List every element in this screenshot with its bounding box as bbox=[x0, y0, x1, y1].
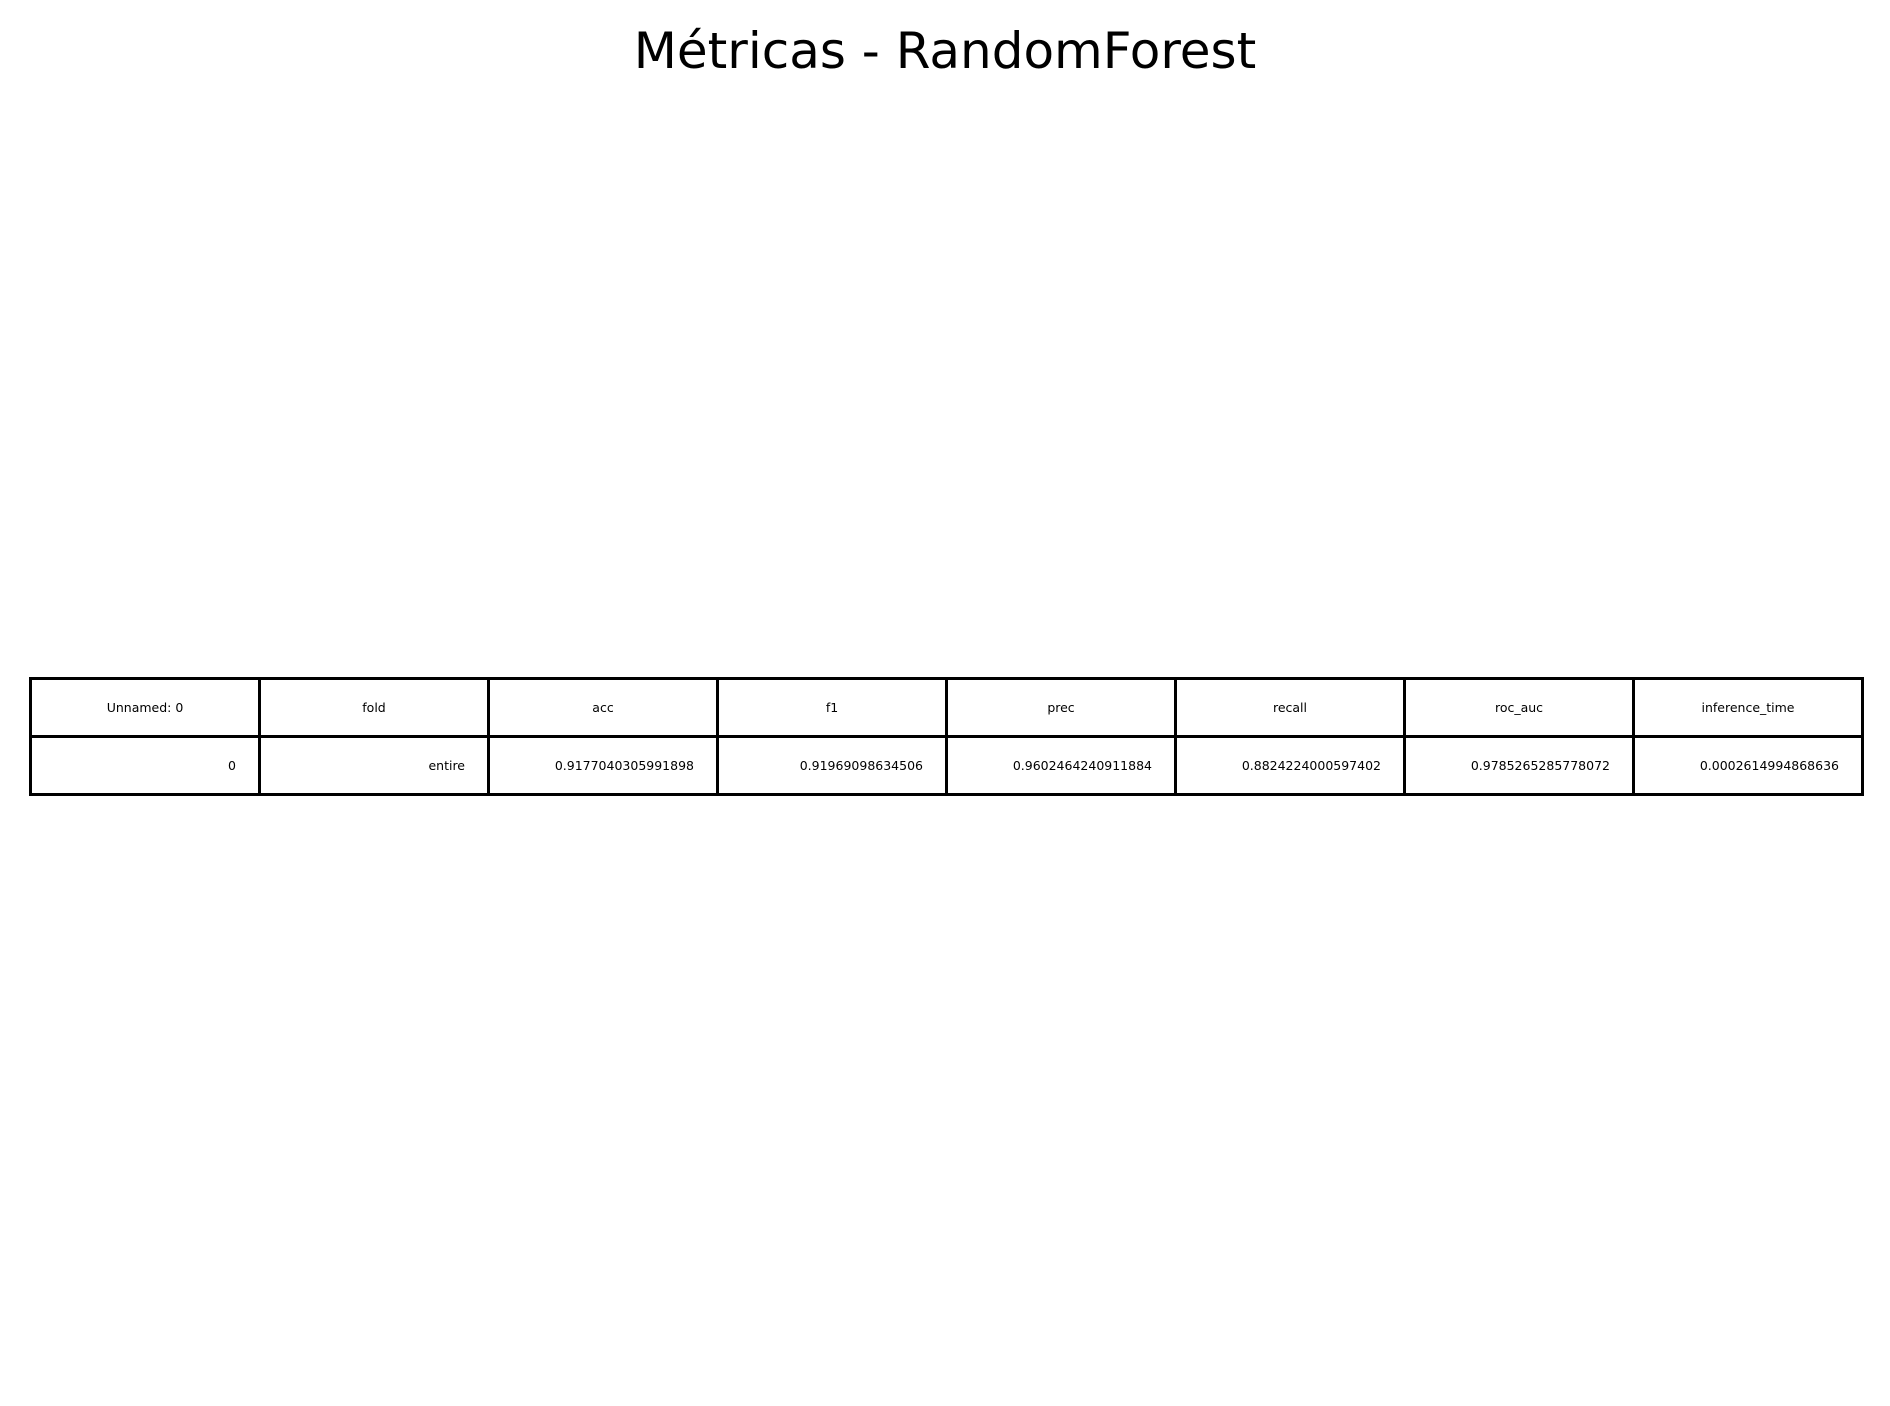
cell-fold: entire bbox=[258, 735, 490, 796]
column-header-prec: prec bbox=[945, 677, 1177, 738]
column-header-acc: acc bbox=[487, 677, 719, 738]
cell-acc: 0.9177040305991898 bbox=[487, 735, 719, 796]
cell-recall: 0.8824224000597402 bbox=[1174, 735, 1406, 796]
chart-title: Métricas - RandomForest bbox=[633, 22, 1257, 80]
cell-roc-auc: 0.9785265285778072 bbox=[1403, 735, 1635, 796]
cell-prec: 0.9602464240911884 bbox=[945, 735, 1177, 796]
column-header-recall: recall bbox=[1174, 677, 1406, 738]
column-header-f1: f1 bbox=[716, 677, 948, 738]
table-row: 0 entire 0.9177040305991898 0.9196909863… bbox=[29, 735, 1864, 796]
cell-inference-time: 0.0002614994868636 bbox=[1632, 735, 1864, 796]
table-header-row: Unnamed: 0 fold acc f1 prec recall roc_a… bbox=[29, 677, 1864, 738]
column-header-unnamed-0: Unnamed: 0 bbox=[29, 677, 261, 738]
cell-unnamed-0: 0 bbox=[29, 735, 261, 796]
column-header-fold: fold bbox=[258, 677, 490, 738]
metrics-table: Unnamed: 0 fold acc f1 prec recall roc_a… bbox=[29, 677, 1864, 796]
column-header-inference-time: inference_time bbox=[1632, 677, 1864, 738]
column-header-roc-auc: roc_auc bbox=[1403, 677, 1635, 738]
cell-f1: 0.91969098634506 bbox=[716, 735, 948, 796]
